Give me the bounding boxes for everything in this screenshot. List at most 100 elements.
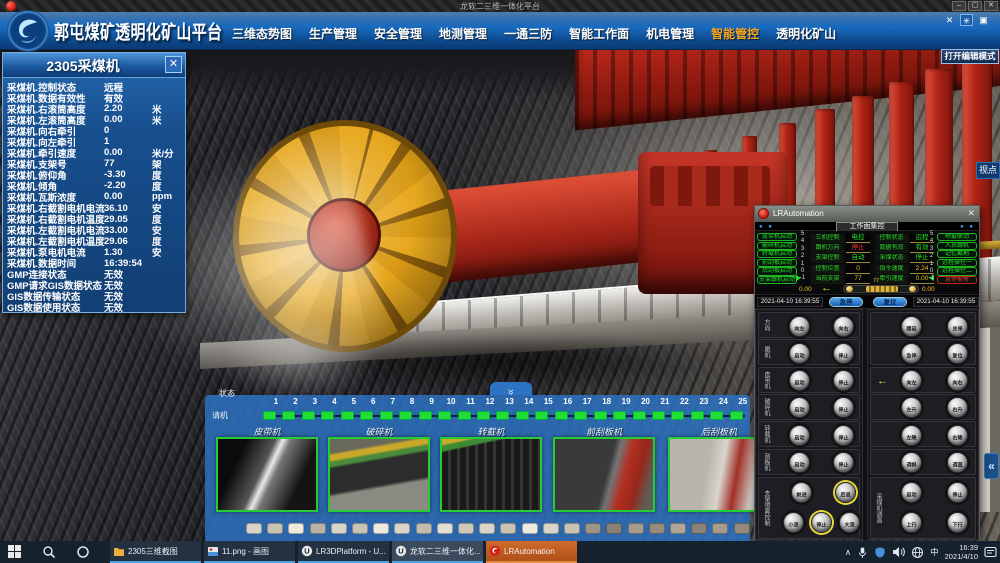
control-button-左降[interactable]: 左降 (901, 425, 922, 446)
support-state-indicator[interactable] (380, 411, 393, 420)
taskbar-task-龙软二三维一体化...[interactable]: U龙软二三维一体化... (392, 541, 483, 563)
support-state-indicator[interactable] (652, 411, 665, 420)
panel-close-icon[interactable]: ✕ (165, 56, 182, 73)
minimize-button[interactable]: – (952, 1, 966, 11)
control-button-停止[interactable]: 停止 (833, 343, 854, 364)
taskbar-task-LR3DPlatform - U...[interactable]: ULR3DPlatform - U... (298, 541, 389, 563)
network-globe-icon[interactable] (911, 546, 924, 559)
control-button-右升[interactable]: 右升 (947, 397, 968, 418)
position-slider[interactable] (843, 285, 919, 293)
clock[interactable]: 16:39 2021/4/10 (945, 543, 978, 562)
collapse-panel-icon[interactable]: « (984, 453, 999, 479)
thumbnail-dot[interactable] (394, 523, 410, 534)
camera-feed-破碎机[interactable] (328, 437, 430, 512)
support-state-indicator[interactable] (477, 411, 490, 420)
search-icon[interactable] (42, 545, 56, 559)
camera-feed-转载机[interactable] (440, 437, 542, 512)
thumbnail-dot[interactable] (734, 523, 750, 534)
lr-mode-button-远程操控二[interactable]: 远程操控二 (937, 267, 977, 275)
control-button-向右[interactable]: 向右 (947, 370, 968, 391)
lr-tab-workface[interactable]: 工作面集控 (836, 222, 898, 231)
control-button-总停[interactable]: 总停 (947, 316, 968, 337)
control-button-启动[interactable]: 启动 (789, 343, 810, 364)
lr-mode-button-支架跟机启动[interactable]: 支架跟机启动 (757, 276, 797, 284)
support-state-indicator[interactable] (633, 411, 646, 420)
lr-titlebar[interactable]: LRAutomation ✕ (755, 206, 979, 222)
control-button-小流[interactable]: 小流 (783, 512, 804, 533)
reset-pill-button[interactable]: 复位 (873, 297, 907, 307)
shield-icon[interactable] (874, 546, 886, 559)
control-button-启动[interactable]: 启动 (789, 397, 810, 418)
thumbnail-dot[interactable] (416, 523, 432, 534)
control-button-停止[interactable]: 停止 (833, 425, 854, 446)
support-state-indicator[interactable] (399, 411, 412, 420)
support-state-indicator[interactable] (496, 411, 509, 420)
control-button-调斜[interactable]: 调斜 (901, 452, 922, 473)
control-button-向右[interactable]: 向右 (833, 316, 854, 337)
taskbar-task-11.png - 画图[interactable]: 11.png - 画图 (204, 541, 295, 563)
lr-mode-button-后刮板启动[interactable]: 后刮板启动 (757, 267, 797, 275)
lr-mode-button-远程操控一[interactable]: 远程操控一 (937, 259, 977, 267)
support-state-indicator[interactable] (555, 411, 568, 420)
lr-mode-button-破碎机启动[interactable]: 破碎机启动 (757, 242, 797, 250)
nav-item-一通三防[interactable]: 一通三防 (504, 25, 552, 42)
control-button-向左[interactable]: 向左 (789, 316, 810, 337)
support-state-indicator[interactable] (263, 411, 276, 420)
lr-mode-button-急停报警[interactable]: 急停报警 (937, 276, 977, 284)
control-button-左升[interactable]: 左升 (901, 397, 922, 418)
support-state-indicator[interactable] (594, 411, 607, 420)
thumbnail-dot[interactable] (585, 523, 601, 534)
support-state-indicator[interactable] (360, 411, 373, 420)
speaker-icon[interactable] (892, 546, 905, 558)
lr-mode-button-人员跟机[interactable]: 人员跟机 (937, 242, 977, 250)
support-state-indicator[interactable] (730, 411, 743, 420)
control-button-大流[interactable]: 大流 (839, 512, 860, 533)
lr-mode-button-前刮板启动[interactable]: 前刮板启动 (757, 259, 797, 267)
thumbnail-dot[interactable] (373, 523, 389, 534)
nav-item-机电管理[interactable]: 机电管理 (646, 25, 694, 42)
thumbnail-dot[interactable] (246, 523, 262, 534)
thumbnail-dot[interactable] (288, 523, 304, 534)
thumbnail-dot[interactable] (267, 523, 283, 534)
viewpoint-tab[interactable]: 视点 (976, 162, 1000, 179)
thumbnail-dot[interactable] (310, 523, 326, 534)
thumbnail-dot[interactable] (522, 523, 538, 534)
control-button-启动[interactable]: 启动 (789, 425, 810, 446)
support-state-indicator[interactable] (282, 411, 295, 420)
control-button-启动[interactable]: 启动 (789, 370, 810, 391)
lr-mode-button-记忆截割[interactable]: 记忆截割 (937, 250, 977, 258)
control-button-停止[interactable]: 停止 (833, 370, 854, 391)
thumbnail-dot[interactable] (458, 523, 474, 534)
thumbnail-dot[interactable] (352, 523, 368, 534)
lr-close-icon[interactable]: ✕ (967, 208, 975, 219)
nav-item-地测管理[interactable]: 地测管理 (439, 25, 487, 42)
nav-item-安全管理[interactable]: 安全管理 (374, 25, 422, 42)
support-state-indicator[interactable] (419, 411, 432, 420)
support-state-indicator[interactable] (341, 411, 354, 420)
control-button-启动[interactable]: 启动 (901, 482, 922, 503)
control-button-后退[interactable]: 后退 (835, 482, 856, 503)
support-state-indicator[interactable] (613, 411, 626, 420)
camera-feed-皮带机[interactable] (216, 437, 318, 512)
start-button[interactable] (8, 545, 21, 558)
support-state-indicator[interactable] (458, 411, 471, 420)
support-state-indicator[interactable] (516, 411, 529, 420)
thumbnail-dot[interactable] (479, 523, 495, 534)
control-button-停止[interactable]: 停止 (811, 512, 832, 533)
microphone-icon[interactable] (857, 546, 868, 559)
thumbnail-dot[interactable] (543, 523, 559, 534)
thumbnail-dot[interactable] (670, 523, 686, 534)
close-button[interactable]: ✕ (984, 1, 998, 11)
notification-icon[interactable] (984, 546, 997, 558)
control-button-上行[interactable]: 上行 (901, 512, 922, 533)
thumbnail-dot[interactable] (691, 523, 707, 534)
taskbar-task-LRAutomation[interactable]: LRAutomation (486, 541, 577, 563)
control-button-复位[interactable]: 复位 (947, 343, 968, 364)
nav-item-透明化矿山[interactable]: 透明化矿山 (776, 25, 836, 42)
support-state-indicator[interactable] (302, 411, 315, 420)
nav-item-生产管理[interactable]: 生产管理 (309, 25, 357, 42)
control-button-停止[interactable]: 停止 (833, 452, 854, 473)
support-state-indicator[interactable] (710, 411, 723, 420)
lr-mode-button-皮带机启动[interactable]: 皮带机启动 (757, 233, 797, 241)
support-state-indicator[interactable] (438, 411, 451, 420)
